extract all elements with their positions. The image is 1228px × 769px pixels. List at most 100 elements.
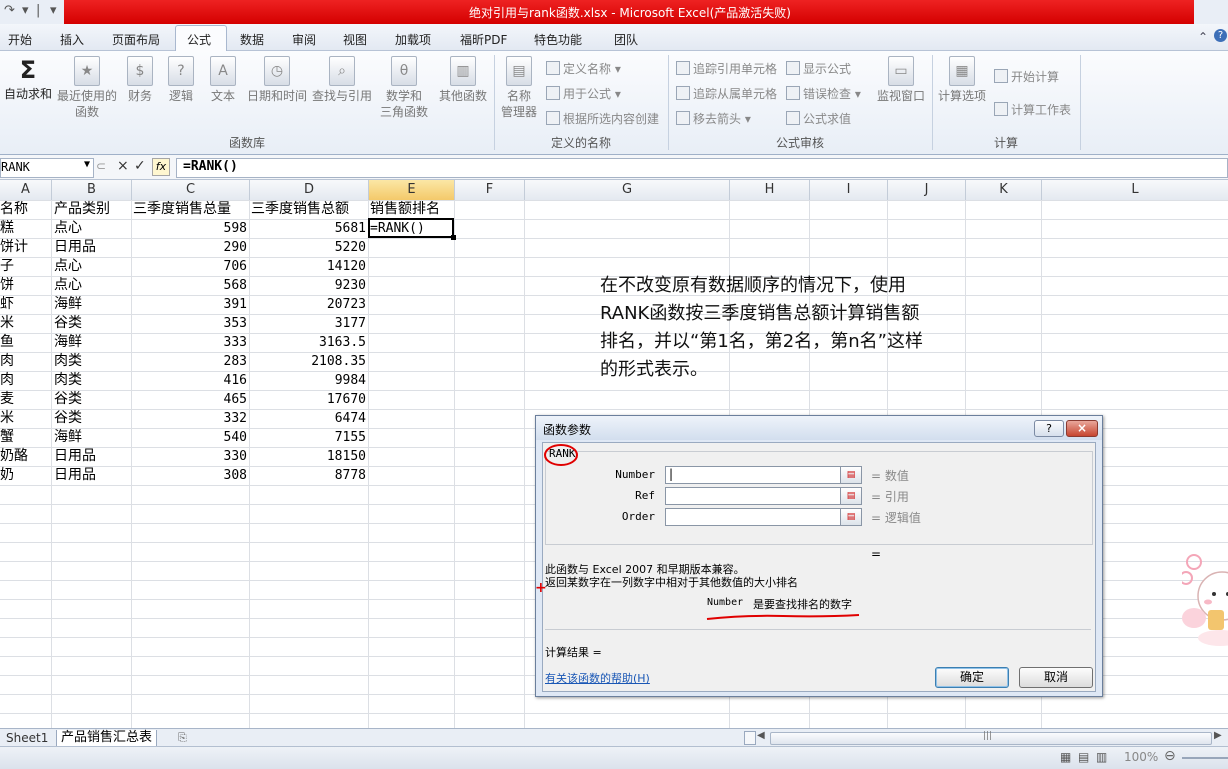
tab-addins[interactable]: 加载项 — [395, 31, 431, 48]
tab-foxit-pdf[interactable]: 福昕PDF — [460, 31, 507, 48]
cell-d-row-6[interactable]: 20723 — [251, 295, 366, 314]
cell-a-row-7[interactable]: 米 — [0, 314, 51, 333]
cell-b-row-14[interactable]: 日用品 — [54, 447, 131, 466]
zoom-level[interactable]: 100% — [1124, 750, 1158, 764]
cell-a-row-8[interactable]: 鱼 — [0, 333, 51, 352]
cell-c-row-3[interactable]: 290 — [133, 238, 247, 257]
dropdown-icon[interactable]: ▾ — [22, 3, 29, 18]
cell-a-row-10[interactable]: 肉 — [0, 371, 51, 390]
cell-d-row-3[interactable]: 5220 — [251, 238, 366, 257]
cell-e-row-6[interactable] — [370, 295, 454, 314]
column-header-c[interactable]: C — [132, 180, 250, 200]
cell-c-row-13[interactable]: 540 — [133, 428, 247, 447]
cell-c-row-4[interactable]: 706 — [133, 257, 247, 276]
watch-window-button[interactable]: ▭ 监视窗口 — [874, 56, 928, 104]
cell-c-row-11[interactable]: 465 — [133, 390, 247, 409]
math-trig-button[interactable]: θ 数学和 三角函数 — [378, 56, 430, 120]
cell-d-row-4[interactable]: 14120 — [251, 257, 366, 276]
column-header-b[interactable]: B — [52, 180, 132, 200]
cell-a-row-3[interactable]: 饼计 — [0, 238, 51, 257]
tab-split-handle[interactable] — [744, 731, 756, 745]
cell-c-row-12[interactable]: 332 — [133, 409, 247, 428]
header-cell-a[interactable]: 名称 — [0, 200, 51, 219]
cell-c-row-9[interactable]: 283 — [133, 352, 247, 371]
cell-c-row-14[interactable]: 330 — [133, 447, 247, 466]
cell-e-row-5[interactable] — [370, 276, 454, 295]
sheet-tab-product-summary[interactable]: 产品销售汇总表 — [56, 730, 158, 747]
cell-a-row-5[interactable]: 饼 — [0, 276, 51, 295]
help-link[interactable]: 有关该函数的帮助(H) — [545, 670, 650, 686]
calculate-sheet-button[interactable]: 计算工作表 — [994, 101, 1071, 118]
cell-b-row-15[interactable]: 日用品 — [54, 466, 131, 485]
zoom-out-icon[interactable]: ⊖ — [1164, 748, 1176, 764]
text-button[interactable]: A 文本 — [208, 56, 238, 104]
cell-b-row-10[interactable]: 肉类 — [54, 371, 131, 390]
cell-c-row-2[interactable]: 598 — [133, 219, 247, 238]
cancel-formula-icon[interactable]: × — [117, 158, 129, 174]
cell-b-row-9[interactable]: 肉类 — [54, 352, 131, 371]
trace-dependents-button[interactable]: 追踪从属单元格 — [676, 85, 777, 102]
column-header-j[interactable]: J — [888, 180, 966, 200]
sheet-tab-sheet1[interactable]: Sheet1 — [2, 730, 52, 746]
recent-functions-button[interactable]: ★ 最近使用的 函数 — [56, 56, 118, 120]
cell-c-row-5[interactable]: 568 — [133, 276, 247, 295]
name-box-dropdown-icon[interactable]: ▼ — [84, 159, 90, 170]
cell-e-row-11[interactable] — [370, 390, 454, 409]
arg-ref-collapse-icon[interactable]: ▤ — [840, 487, 862, 505]
cell-c-row-15[interactable]: 308 — [133, 466, 247, 485]
cell-a-row-9[interactable]: 肉 — [0, 352, 51, 371]
tab-home[interactable]: 开始 — [8, 31, 32, 48]
cell-a-row-14[interactable]: 奶酪 — [0, 447, 51, 466]
calc-options-button[interactable]: ▦ 计算选项 — [936, 56, 988, 104]
insert-function-icon[interactable]: fx — [152, 158, 170, 176]
use-in-formula-button[interactable]: 用于公式 ▾ — [546, 85, 621, 102]
cell-b-row-5[interactable]: 点心 — [54, 276, 131, 295]
cell-d-row-8[interactable]: 3163.5 — [251, 333, 366, 352]
datetime-button[interactable]: ◷ 日期和时间 — [246, 56, 308, 104]
cell-e-row-9[interactable] — [370, 352, 454, 371]
customize-qat-icon[interactable]: ▾ — [50, 3, 57, 18]
dialog-help-button[interactable]: ? — [1034, 420, 1064, 437]
cancel-button[interactable]: 取消 — [1019, 667, 1093, 688]
cell-d-row-7[interactable]: 3177 — [251, 314, 366, 333]
column-header-g[interactable]: G — [525, 180, 730, 200]
autosum-button[interactable]: Σ 自动求和 — [2, 56, 54, 102]
cell-a-row-15[interactable]: 奶 — [0, 466, 51, 485]
arg-order-input[interactable] — [665, 508, 841, 526]
cell-a-row-13[interactable]: 蟹 — [0, 428, 51, 447]
error-checking-button[interactable]: 错误检查 ▾ — [786, 85, 861, 102]
cell-d-row-11[interactable]: 17670 — [251, 390, 366, 409]
cell-e-row-8[interactable] — [370, 333, 454, 352]
redo-icon[interactable]: ↷ — [4, 3, 15, 18]
cell-c-row-10[interactable]: 416 — [133, 371, 247, 390]
enter-formula-icon[interactable]: ✓ — [134, 158, 146, 174]
name-manager-button[interactable]: ▤ 名称 管理器 — [498, 56, 540, 120]
tab-insert[interactable]: 插入 — [60, 31, 84, 48]
cell-e-row-2[interactable]: =RANK() — [370, 219, 454, 238]
cell-a-row-6[interactable]: 虾 — [0, 295, 51, 314]
insert-sheet-icon[interactable]: ⎘ — [174, 730, 191, 746]
page-layout-view-icon[interactable]: ▤ — [1078, 750, 1089, 764]
create-from-selection-button[interactable]: 根据所选内容创建 — [546, 110, 659, 127]
column-header-f[interactable]: F — [455, 180, 525, 200]
cell-d-row-2[interactable]: 5681 — [251, 219, 366, 238]
cell-b-row-11[interactable]: 谷类 — [54, 390, 131, 409]
logical-button[interactable]: ? 逻辑 — [166, 56, 196, 104]
cell-e-row-12[interactable] — [370, 409, 454, 428]
tab-view[interactable]: 视图 — [343, 31, 367, 48]
cell-a-row-4[interactable]: 子 — [0, 257, 51, 276]
cell-b-row-8[interactable]: 海鲜 — [54, 333, 131, 352]
financial-button[interactable]: $ 财务 — [124, 56, 156, 104]
cell-c-row-7[interactable]: 353 — [133, 314, 247, 333]
header-cell-c[interactable]: 三季度销售总量 — [133, 200, 249, 219]
dialog-close-button[interactable]: × — [1066, 420, 1098, 437]
cell-c-row-6[interactable]: 391 — [133, 295, 247, 314]
cell-e-row-10[interactable] — [370, 371, 454, 390]
column-header-k[interactable]: K — [966, 180, 1042, 200]
tab-special[interactable]: 特色功能 — [534, 31, 582, 48]
cell-d-row-14[interactable]: 18150 — [251, 447, 366, 466]
scroll-left-icon[interactable]: ◀ — [757, 730, 765, 741]
column-header-e[interactable]: E — [369, 180, 455, 200]
tab-team[interactable]: 团队 — [614, 31, 638, 48]
formula-input[interactable]: =RANK() — [176, 158, 1228, 178]
